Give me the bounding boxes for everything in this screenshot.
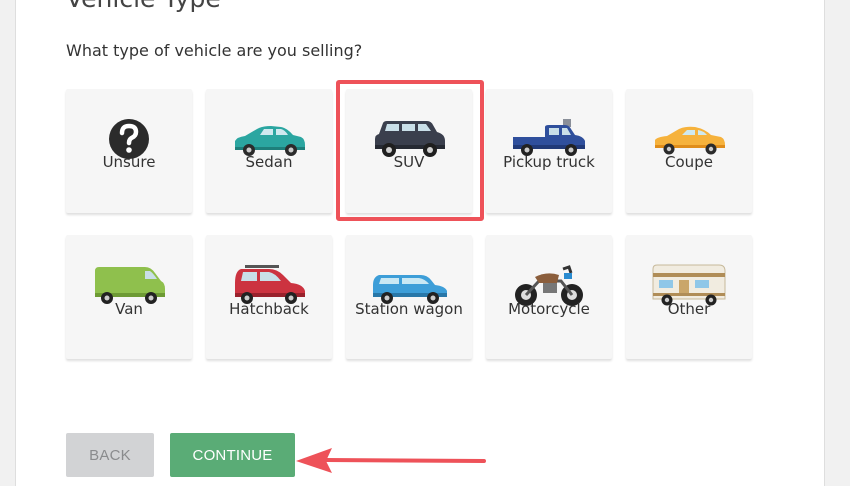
back-button[interactable]: BACK bbox=[66, 433, 154, 477]
selected-option-highlight bbox=[336, 80, 484, 221]
vehicle-option-pickup-truck[interactable]: Pickup truck bbox=[486, 89, 612, 213]
vehicle-option-coupe[interactable]: Coupe bbox=[626, 89, 752, 213]
vehicle-option-label: Unsure bbox=[102, 153, 156, 171]
vehicle-option-hatchback[interactable]: Hatchback bbox=[206, 235, 332, 359]
annotation-arrow-icon bbox=[296, 448, 486, 473]
vehicle-type-question: What type of vehicle are you selling? bbox=[66, 41, 363, 60]
page-title: Vehicle Type bbox=[66, 0, 221, 13]
continue-button[interactable]: CONTINUE bbox=[170, 433, 295, 477]
vehicle-option-label: Sedan bbox=[245, 153, 293, 171]
vehicle-option-other[interactable]: Other bbox=[626, 235, 752, 359]
vehicle-option-van[interactable]: Van bbox=[66, 235, 192, 359]
vehicle-option-label: Van bbox=[115, 300, 143, 318]
vehicle-option-label: Hatchback bbox=[229, 300, 309, 318]
vehicle-option-label: Station wagon bbox=[355, 300, 463, 318]
vehicle-option-label: Pickup truck bbox=[503, 153, 595, 171]
vehicle-option-label: Motorcycle bbox=[508, 300, 590, 318]
vehicle-option-unsure[interactable]: Unsure bbox=[66, 89, 192, 213]
vehicle-option-label: Other bbox=[667, 300, 711, 318]
vehicle-option-label: Coupe bbox=[665, 153, 713, 171]
vehicle-option-motorcycle[interactable]: Motorcycle bbox=[486, 235, 612, 359]
vehicle-option-station-wagon[interactable]: Station wagon bbox=[346, 235, 472, 359]
vehicle-option-sedan[interactable]: Sedan bbox=[206, 89, 332, 213]
